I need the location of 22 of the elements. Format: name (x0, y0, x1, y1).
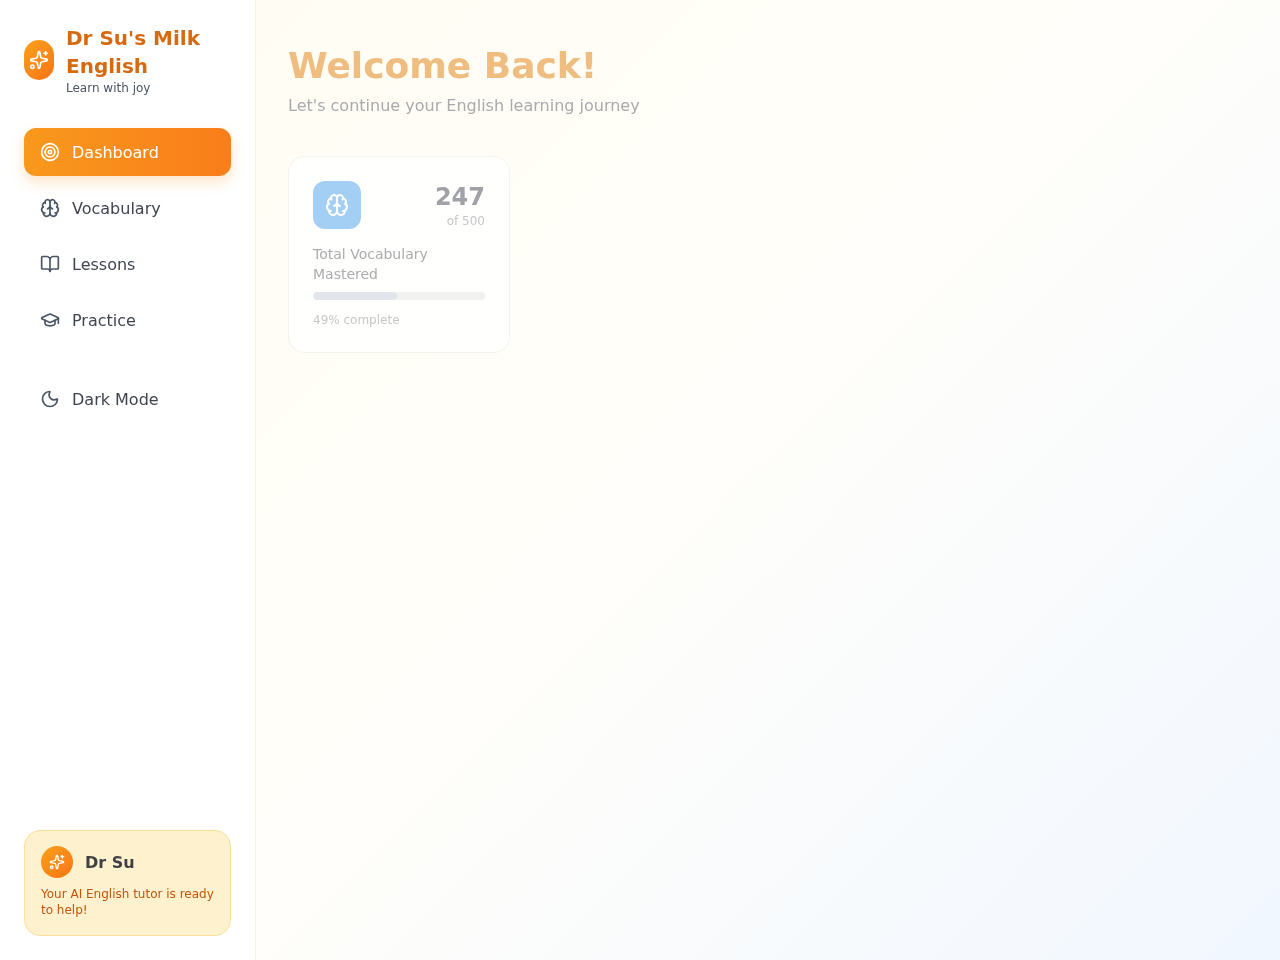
brain-icon (40, 198, 60, 218)
page-title: Welcome Back! (288, 46, 599, 86)
nav-item[interactable]: Vocabulary (24, 184, 231, 232)
nav-item[interactable]: Practice (24, 296, 231, 344)
nav-item[interactable]: Lessons (24, 240, 231, 288)
stat-value: 247 (434, 182, 485, 213)
progress-text: 49% complete (313, 312, 401, 328)
app-tagline: Learn with joy (66, 80, 152, 96)
app-title: Dr Su's Milk English (66, 25, 201, 80)
sparkle-avatar-icon (41, 846, 73, 878)
stat-total: of 500 (446, 213, 485, 229)
tutor-name: Dr Su (85, 852, 135, 872)
dark-mode-toggle[interactable]: Dark Mode (24, 375, 231, 423)
stat-label: Total Vocabulary Mastered (313, 245, 429, 284)
book-icon (40, 254, 60, 274)
logo-icon (24, 40, 54, 80)
moon-icon (40, 389, 60, 409)
brain-icon (313, 181, 361, 229)
graduation-cap-icon (40, 310, 60, 330)
page-subtitle: Let's continue your English learning journey (288, 95, 641, 117)
target-icon (40, 142, 60, 162)
tutor-message: Your AI English tutor is ready to help! (41, 886, 214, 918)
